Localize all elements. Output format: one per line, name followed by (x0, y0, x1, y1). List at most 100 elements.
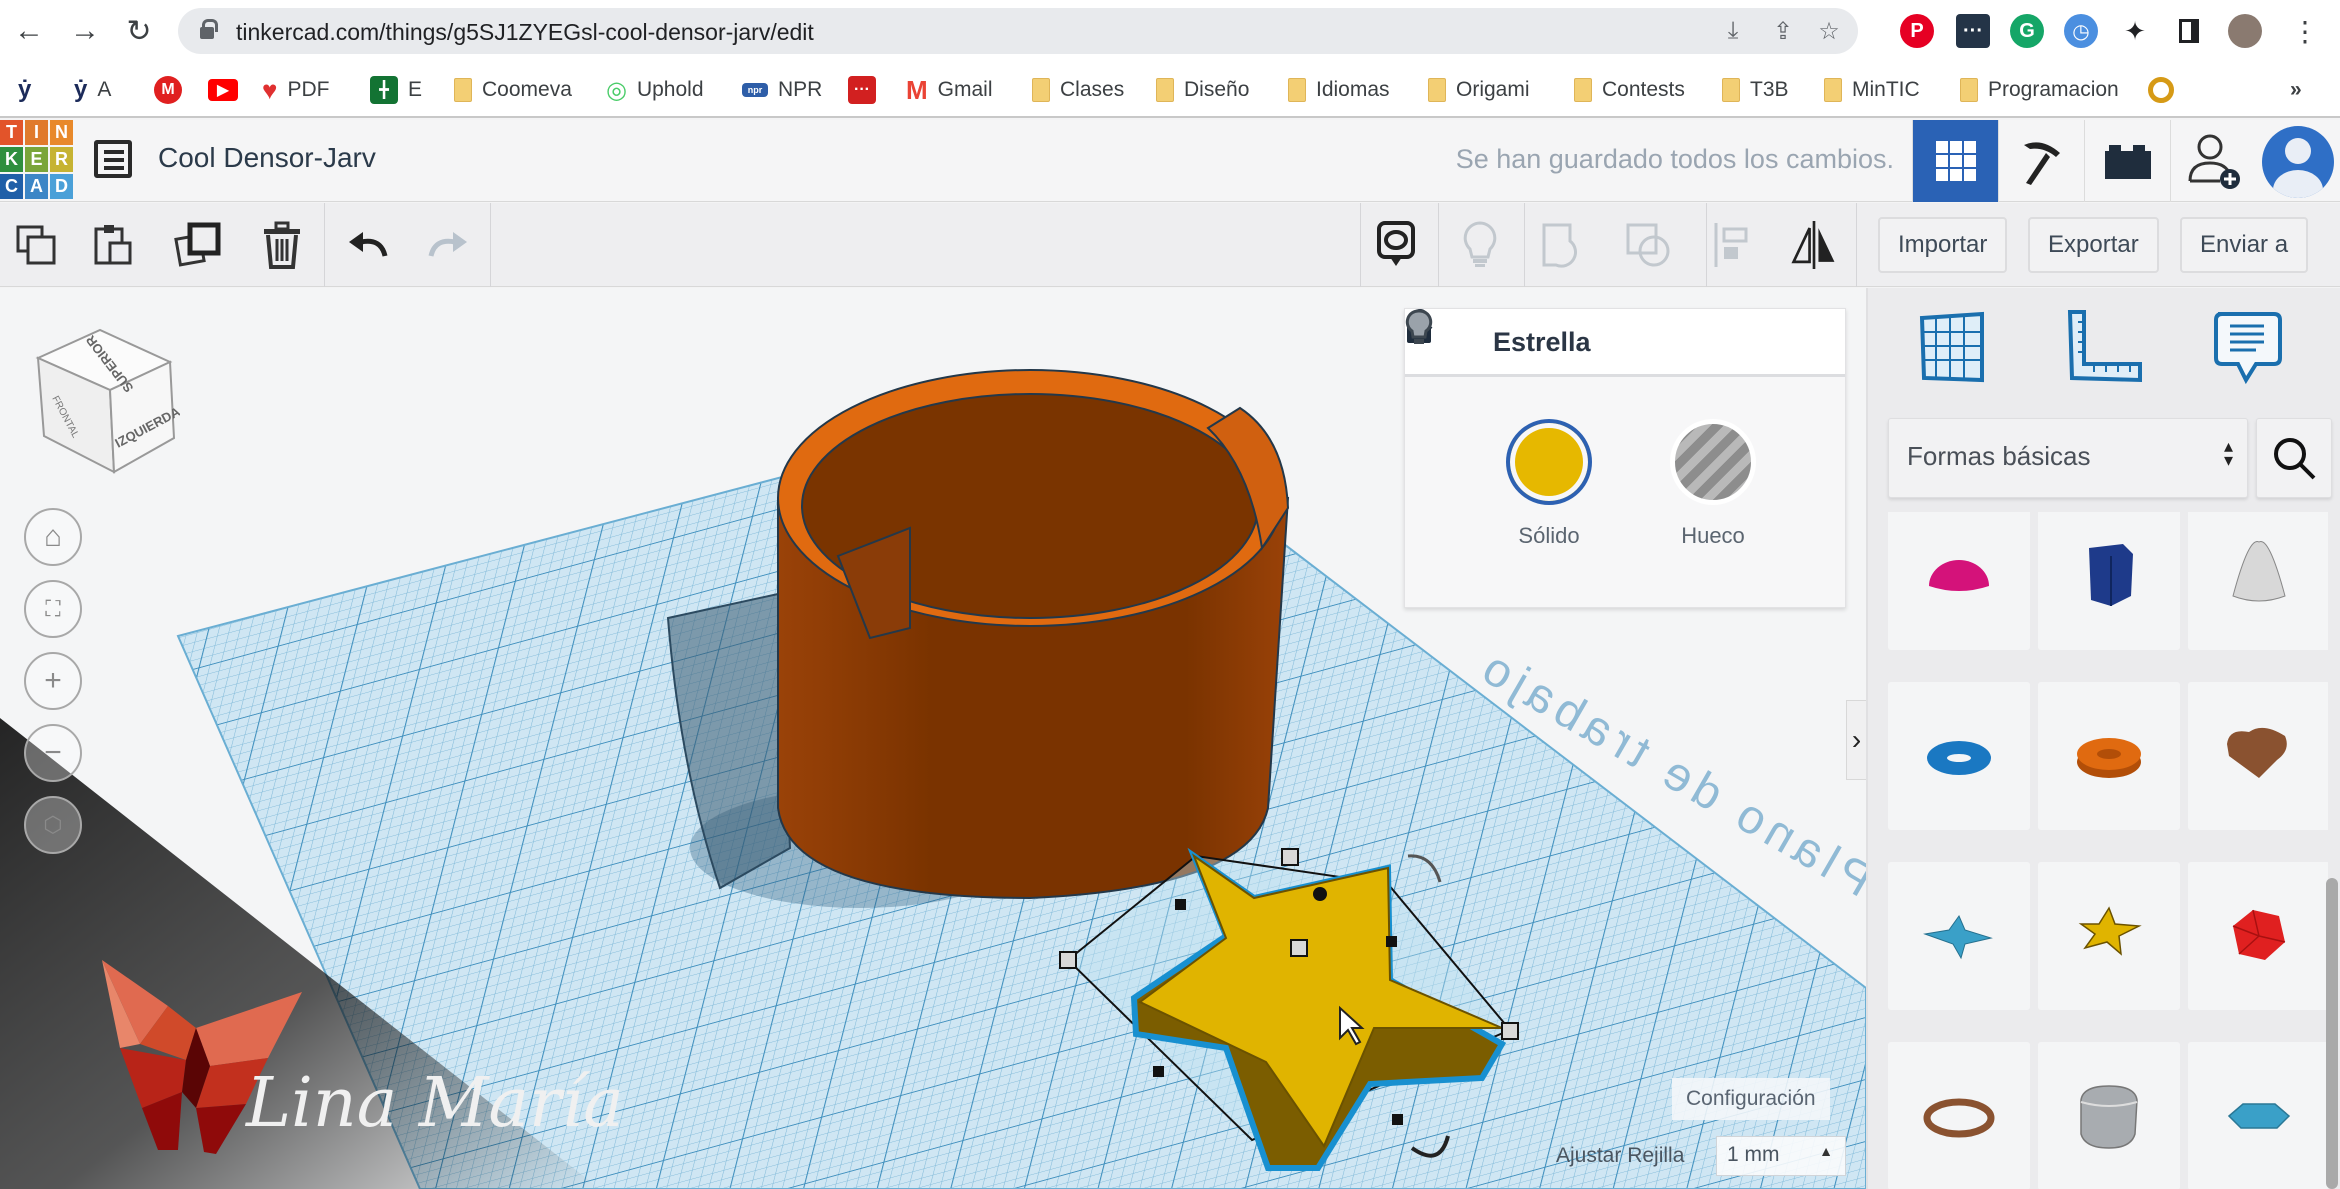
lock-icon[interactable] (200, 19, 218, 39)
hole-swatch[interactable] (1670, 419, 1756, 505)
workplane-tool[interactable] (1912, 306, 1992, 386)
shape-tile-rounded-box[interactable] (2038, 1042, 2180, 1189)
import-button[interactable]: Importar (1878, 217, 2008, 273)
grammarly-extension-icon[interactable]: G (2010, 14, 2044, 48)
mirror-button[interactable] (1790, 221, 1838, 269)
3d-design-view-button[interactable] (1912, 120, 1998, 202)
shape-tile-icosahedron[interactable] (2188, 862, 2328, 1010)
bookmark-origami[interactable]: Origami (1428, 74, 1530, 106)
zoom-in-button[interactable]: + (24, 652, 82, 710)
fit-view-button[interactable]: ⛶ (24, 580, 82, 638)
bookmark-3[interactable]: M (154, 74, 182, 106)
bookmark-star-icon[interactable]: ☆ (1814, 16, 1844, 46)
address-bar[interactable]: tinkercad.com/things/g5SJ1ZYEGsl-cool-de… (178, 8, 1858, 54)
reload-icon[interactable]: ↻ (120, 12, 158, 50)
bookmark-mintic[interactable]: MinTIC (1824, 74, 1920, 106)
shape-tile-star-pyramid[interactable] (1888, 862, 2030, 1010)
url-text[interactable]: tinkercad.com/things/g5SJ1ZYEGsl-cool-de… (236, 19, 814, 46)
zoom-out-button[interactable]: − (24, 724, 82, 782)
edge-handle[interactable] (1175, 899, 1186, 910)
bookmark-youtube[interactable]: ▶ (208, 74, 238, 106)
bookmark-1[interactable]: ẏ (18, 74, 31, 106)
shape-name[interactable]: Estrella (1493, 327, 1591, 358)
lift-handle[interactable] (1313, 887, 1327, 901)
bookmark-red-dots[interactable]: ··· (848, 74, 876, 106)
forward-arrow-icon[interactable]: → (66, 12, 104, 50)
shape-search-button[interactable] (2256, 418, 2332, 498)
extension-dots-icon[interactable]: ··· (1956, 14, 1990, 48)
paste-button[interactable] (90, 221, 138, 269)
snap-grid-select[interactable]: 1 mm ▲ (1716, 1136, 1846, 1176)
user-avatar[interactable] (2262, 126, 2334, 198)
blocks-view-button[interactable] (1998, 120, 2084, 202)
back-arrow-icon[interactable]: ← (10, 12, 48, 50)
extensions-puzzle-icon[interactable]: ✦ (2118, 14, 2152, 48)
shape-tile-hexagon-gem[interactable] (2188, 1042, 2328, 1189)
delete-button[interactable] (258, 221, 306, 269)
3d-viewport[interactable]: Plano de trabajo SUPERIOR FRONTAL IZQUIE… (0, 288, 1866, 1189)
resize-handle[interactable] (1059, 951, 1077, 969)
bookmark-pdf[interactable]: ♥ PDF (262, 74, 329, 106)
bookmark-programacion[interactable]: Programacion (1960, 74, 2119, 106)
more-bookmarks-button[interactable]: » (2290, 74, 2302, 106)
show-all-button[interactable] (1456, 221, 1504, 269)
bookmark-2[interactable]: ẏA (74, 74, 111, 106)
bookmark-diseno[interactable]: Diseño (1156, 74, 1249, 106)
lightbulb-icon[interactable] (1405, 309, 1433, 347)
shape-tile-paraboloid[interactable] (2188, 512, 2328, 650)
design-list-icon[interactable] (94, 140, 132, 178)
edge-handle[interactable] (1392, 1114, 1403, 1125)
bookmark-clases[interactable]: Clases (1032, 74, 1124, 106)
cup-shape[interactable] (777, 369, 1290, 900)
send-to-button[interactable]: Enviar a (2180, 217, 2309, 273)
shape-tile-polygon[interactable] (2038, 512, 2180, 650)
solid-option[interactable]: Sólido (1489, 419, 1609, 549)
undo-button[interactable] (344, 221, 392, 269)
export-button[interactable]: Exportar (2028, 217, 2159, 273)
hole-option[interactable]: Hueco (1653, 419, 1773, 549)
bookmark-gmail[interactable]: M Gmail (906, 74, 993, 106)
height-handle[interactable] (1290, 939, 1308, 957)
bookmark-sheets[interactable]: ╋ E (370, 74, 422, 106)
bookmark-ring[interactable] (2148, 74, 2174, 106)
copy-button[interactable] (12, 221, 60, 269)
shape-category-select[interactable]: Formas básicas ▴ ▾ (1888, 418, 2248, 498)
tinkercad-logo[interactable]: TIN KER CAD (0, 120, 73, 199)
shape-tile-heart[interactable] (2188, 682, 2328, 830)
ortho-view-button[interactable]: ⬡ (24, 796, 82, 854)
install-icon[interactable]: ⤓ (1718, 16, 1748, 46)
ruler-tool[interactable] (2064, 306, 2144, 386)
shape-tile-star[interactable] (2038, 862, 2180, 1010)
bookmark-coomeva[interactable]: Coomeva (454, 74, 572, 106)
edge-handle[interactable] (1153, 1066, 1164, 1077)
view-cube[interactable]: SUPERIOR FRONTAL IZQUIERDA (30, 318, 180, 478)
shape-tile-tube[interactable] (2038, 682, 2180, 830)
design-title[interactable]: Cool Densor-Jarv (158, 142, 376, 174)
sidebar-toggle-button[interactable]: › (1846, 700, 1866, 780)
sidebar-scrollbar[interactable] (2326, 878, 2338, 1189)
resize-handle[interactable] (1501, 1022, 1519, 1040)
bookmark-npr[interactable]: npr NPR (742, 74, 822, 106)
resize-handle[interactable] (1281, 848, 1299, 866)
share-icon[interactable]: ⇪ (1768, 16, 1798, 46)
bricks-view-button[interactable] (2084, 120, 2170, 202)
duplicate-button[interactable] (174, 221, 222, 269)
profile-photo[interactable] (2228, 14, 2262, 48)
home-view-button[interactable]: ⌂ (24, 508, 82, 566)
browser-menu-icon[interactable]: ⋮ (2286, 12, 2324, 50)
edge-handle[interactable] (1386, 936, 1397, 947)
notes-visibility-button[interactable] (1372, 221, 1420, 269)
pinterest-extension-icon[interactable]: P (1900, 14, 1934, 48)
bookmark-uphold[interactable]: ◎ Uphold (606, 74, 704, 106)
invite-user-button[interactable] (2170, 120, 2256, 202)
alarm-clock-extension-icon[interactable]: ◷ (2064, 14, 2098, 48)
side-panel-icon[interactable] (2172, 14, 2206, 48)
solid-color-swatch[interactable] (1506, 419, 1592, 505)
bookmark-t3b[interactable]: T3B (1722, 74, 1789, 106)
settings-button[interactable]: Configuración (1672, 1078, 1830, 1120)
bookmark-idiomas[interactable]: Idiomas (1288, 74, 1390, 106)
shape-tile-half-sphere[interactable] (1888, 512, 2030, 650)
bookmark-contests[interactable]: Contests (1574, 74, 1685, 106)
shape-tile-ring[interactable] (1888, 1042, 2030, 1189)
notes-tool[interactable] (2208, 306, 2288, 386)
